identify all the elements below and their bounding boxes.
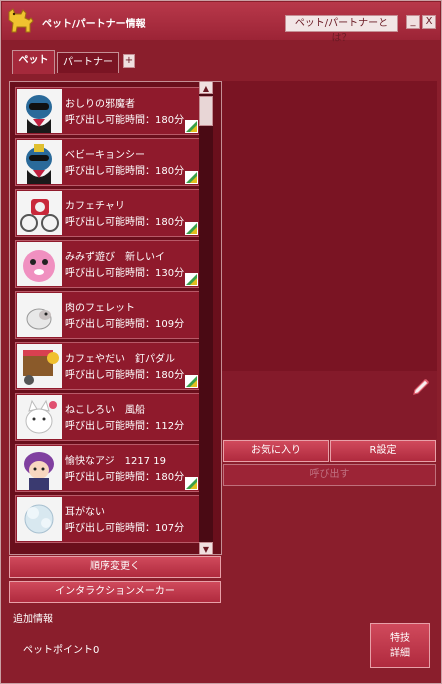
pet-summon-time: 呼び出し可能時間：180分 <box>65 217 185 228</box>
blue-masked-pet-thumbnail <box>17 89 62 133</box>
dog-icon <box>8 8 34 33</box>
interaction-maker-button[interactable]: インタラクションメーカー <box>9 581 221 603</box>
pet-summon-time: 呼び出し可能時間：180分 <box>65 166 185 177</box>
skill-detail-label-line2: 詳細 <box>390 648 410 659</box>
rank-badge-icon <box>185 273 198 286</box>
summon-button[interactable]: 呼び出す <box>223 464 436 486</box>
rank-badge-icon <box>185 477 198 490</box>
list-item[interactable]: カフェやだい 釘パダル 呼び出し可能時間：180分 <box>15 342 200 390</box>
pet-name: ねこしろい 風船 <box>65 405 145 416</box>
pet-detail-lower-panel <box>222 371 437 439</box>
minimize-button[interactable]: _ <box>406 15 420 29</box>
jiangshi-pet-thumbnail <box>17 140 62 184</box>
favorite-button[interactable]: お気に入り <box>223 440 329 462</box>
rank-badge-icon <box>185 120 198 133</box>
extra-info-label: 追加情報 <box>13 614 53 625</box>
add-tab-button[interactable]: + <box>123 54 135 68</box>
pet-detail-panel <box>222 81 437 371</box>
tab-pet[interactable]: ペット <box>12 50 55 74</box>
pet-summon-time: 呼び出し可能時間：180分 <box>65 472 185 483</box>
tab-bar: ペット パートナー + <box>1 49 442 75</box>
ferret-pet-thumbnail <box>17 293 62 337</box>
pet-list-scrollbar[interactable]: ▲ ▼ <box>199 81 213 555</box>
list-item[interactable]: 耳がない 呼び出し可能時間：107分 <box>15 495 200 543</box>
list-item[interactable]: おしりの邪魔者 呼び出し可能時間：180分 <box>15 87 200 135</box>
pet-summon-time: 呼び出し可能時間：180分 <box>65 115 185 126</box>
scroll-up-icon[interactable]: ▲ <box>199 81 213 94</box>
tab-partner[interactable]: パートナー <box>57 52 119 73</box>
white-ghost-pet-thumbnail <box>17 497 62 541</box>
pet-name: カフェチャリ <box>65 201 125 212</box>
pet-summon-time: 呼び出し可能時間：180分 <box>65 370 185 381</box>
list-item[interactable]: 肉のフェレット 呼び出し可能時間：109分 <box>15 291 200 339</box>
cafe-stall-pet-thumbnail <box>17 344 62 388</box>
scroll-down-icon[interactable]: ▼ <box>199 542 213 555</box>
scroll-thumb[interactable] <box>199 96 213 126</box>
pet-summon-time: 呼び出し可能時間：107分 <box>65 523 185 534</box>
pet-summon-time: 呼び出し可能時間：112分 <box>65 421 185 432</box>
reorder-button[interactable]: 順序変更く <box>9 556 221 578</box>
list-item[interactable]: カフェチャリ 呼び出し可能時間：180分 <box>15 189 200 237</box>
cafe-bicycle-pet-thumbnail <box>17 191 62 235</box>
pet-name: カフェやだい 釘パダル <box>65 354 175 365</box>
pencil-icon[interactable] <box>411 377 431 397</box>
pet-name: 肉のフェレット <box>65 303 135 314</box>
pet-summon-time: 呼び出し可能時間：130分 <box>65 268 185 279</box>
pet-name: 耳がない <box>65 507 105 518</box>
skill-detail-label-line1: 特技 <box>390 633 410 644</box>
close-button[interactable]: X <box>422 15 436 29</box>
pet-list[interactable]: おしりの邪魔者 呼び出し可能時間：180分 ベビーキョンシー 呼び出し可能時間：… <box>15 87 200 551</box>
title-bar[interactable]: ペット/パートナー情報 ペット/パートナーとは？ _ X <box>2 2 440 44</box>
pet-name: ベビーキョンシー <box>65 150 145 161</box>
pet-name: 愉快なアジ 1217 19 <box>65 456 166 467</box>
pet-summon-time: 呼び出し可能時間：109分 <box>65 319 185 330</box>
pet-list-panel: おしりの邪魔者 呼び出し可能時間：180分 ベビーキョンシー 呼び出し可能時間：… <box>9 81 222 555</box>
pet-points: ペットポイント0 <box>23 645 100 656</box>
rank-badge-icon <box>185 222 198 235</box>
reset-button[interactable]: R設定 <box>330 440 436 462</box>
rank-badge-icon <box>185 375 198 388</box>
skill-detail-button[interactable]: 特技 詳細 <box>370 623 430 668</box>
pet-name: みみず遊び 新しいイ <box>65 252 165 263</box>
list-item[interactable]: ねこしろい 風船 呼び出し可能時間：112分 <box>15 393 200 441</box>
window-title: ペット/パートナー情報 <box>42 19 146 30</box>
help-button[interactable]: ペット/パートナーとは？ <box>285 15 398 44</box>
list-item[interactable]: みみず遊び 新しいイ 呼び出し可能時間：130分 <box>15 240 200 288</box>
list-item[interactable]: 愉快なアジ 1217 19 呼び出し可能時間：180分 <box>15 444 200 492</box>
rank-badge-icon <box>185 171 198 184</box>
white-cat-pet-thumbnail <box>17 395 62 439</box>
purple-hair-pet-thumbnail <box>17 446 62 490</box>
pet-partner-window: ペット/パートナー情報 ペット/パートナーとは？ _ X ペット パートナー + <box>0 0 442 684</box>
pink-creature-pet-thumbnail <box>17 242 62 286</box>
pet-name: おしりの邪魔者 <box>65 99 135 110</box>
list-item[interactable]: ベビーキョンシー 呼び出し可能時間：180分 <box>15 138 200 186</box>
